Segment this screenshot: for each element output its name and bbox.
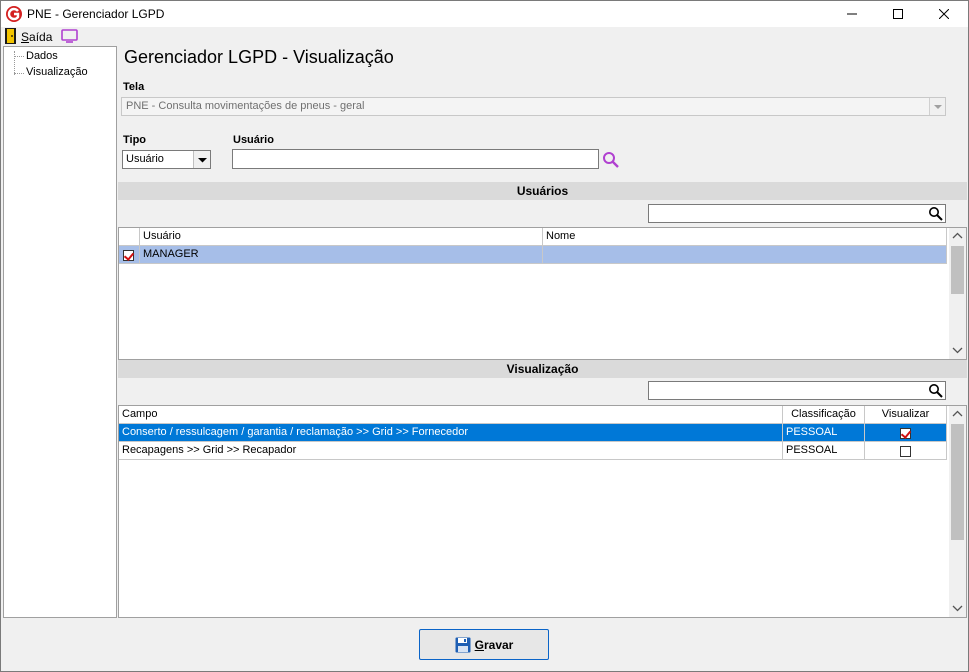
tipo-label: Tipo [123, 134, 147, 146]
tela-dropdown-button[interactable] [929, 98, 945, 115]
scroll-thumb[interactable] [951, 424, 964, 540]
search-usuario-icon[interactable] [602, 151, 620, 169]
toolbar: Saída [1, 27, 968, 46]
scroll-up-icon[interactable] [952, 410, 963, 418]
monitor-icon[interactable] [61, 29, 78, 43]
cell-campo: Recapagens >> Grid >> Recapador [119, 442, 783, 460]
cell-visualizar[interactable] [865, 424, 947, 442]
cell-usuario: MANAGER [140, 246, 543, 264]
tree-connector [14, 56, 24, 57]
cell-classificacao: PESSOAL [783, 442, 865, 460]
scroll-thumb[interactable] [951, 246, 964, 294]
cell-campo: Conserto / ressulcagem / garantia / recl… [119, 424, 783, 442]
tela-select[interactable]: PNE - Consulta movimentações de pneus - … [121, 97, 946, 116]
grid-header-campo[interactable]: Campo [119, 406, 783, 424]
visualizar-checkbox[interactable] [900, 445, 911, 457]
usuarios-scrollbar[interactable] [949, 228, 966, 359]
tela-label: Tela [123, 81, 145, 93]
tipo-select-value: Usuário [126, 153, 164, 165]
save-button[interactable]: Gravar [419, 629, 549, 660]
maximize-icon [893, 9, 903, 19]
floppy-disk-icon [455, 637, 471, 652]
tree-connector [14, 51, 15, 75]
scroll-down-icon[interactable] [952, 604, 963, 612]
tree-item-visualizacao[interactable]: Visualização [26, 66, 88, 78]
cell-classificacao: PESSOAL [783, 424, 865, 442]
save-label: Gravar [475, 638, 514, 652]
tree-item-dados[interactable]: Dados [26, 50, 58, 62]
grid-header-visualizar[interactable]: Visualizar [865, 406, 947, 424]
minimize-icon [847, 13, 857, 15]
page-title: Gerenciador LGPD - Visualização [124, 47, 394, 67]
save-mnemonic: G [474, 637, 484, 652]
close-button[interactable] [921, 1, 967, 27]
usuario-input[interactable] [232, 149, 599, 169]
chevron-down-icon [934, 105, 942, 109]
row-checkbox-cell[interactable] [119, 246, 140, 264]
visualizacao-grid: Campo Classificação Visualizar Conserto … [118, 405, 967, 618]
exit-label-rest: aída [29, 30, 53, 44]
grid-header-classificacao[interactable]: Classificação [783, 406, 865, 424]
scroll-down-icon[interactable] [952, 346, 963, 354]
navigation-tree: Dados Visualização [3, 46, 117, 618]
grid-header-nome[interactable]: Nome [543, 228, 947, 246]
usuarios-filter-input[interactable] [648, 204, 946, 223]
exit-menu-item[interactable]: Saída [21, 30, 52, 44]
search-icon[interactable] [928, 206, 943, 221]
search-icon[interactable] [928, 383, 943, 398]
minimize-button[interactable] [829, 1, 875, 27]
usuarios-section-header: Usuários [118, 182, 967, 200]
usuarios-grid: Usuário Nome MANAGER [118, 227, 967, 360]
visualizacao-filter-input[interactable] [648, 381, 946, 400]
cell-visualizar[interactable] [865, 442, 947, 460]
app-window: PNE - Gerenciador LGPD Saída Dados Visua… [0, 0, 969, 672]
row-checkbox[interactable] [123, 249, 134, 261]
grid-header-usuario[interactable]: Usuário [140, 228, 543, 246]
chevron-down-icon [198, 158, 207, 163]
table-row[interactable]: Conserto / ressulcagem / garantia / recl… [119, 424, 947, 442]
scroll-up-icon[interactable] [952, 232, 963, 240]
visualizacao-scrollbar[interactable] [949, 406, 966, 617]
table-row[interactable]: Recapagens >> Grid >> Recapador PESSOAL [119, 442, 947, 460]
visualizar-checkbox[interactable] [900, 427, 911, 439]
table-row[interactable]: MANAGER [119, 246, 947, 264]
save-label-rest: ravar [483, 637, 514, 652]
tipo-select[interactable]: Usuário [122, 150, 211, 169]
exit-door-icon [5, 28, 16, 44]
cell-nome [543, 246, 947, 264]
title-bar: PNE - Gerenciador LGPD [1, 1, 968, 27]
visualizacao-section-header: Visualização [118, 360, 967, 378]
tree-connector [14, 73, 24, 74]
exit-mnemonic: S [21, 30, 30, 44]
usuario-label: Usuário [233, 134, 274, 146]
grid-header-check [119, 228, 140, 246]
app-logo-icon [6, 6, 22, 22]
maximize-button[interactable] [875, 1, 921, 27]
close-icon [939, 9, 949, 19]
window-title: PNE - Gerenciador LGPD [27, 7, 165, 21]
tipo-dropdown-button[interactable] [193, 151, 210, 168]
tela-select-value: PNE - Consulta movimentações de pneus - … [126, 100, 365, 112]
